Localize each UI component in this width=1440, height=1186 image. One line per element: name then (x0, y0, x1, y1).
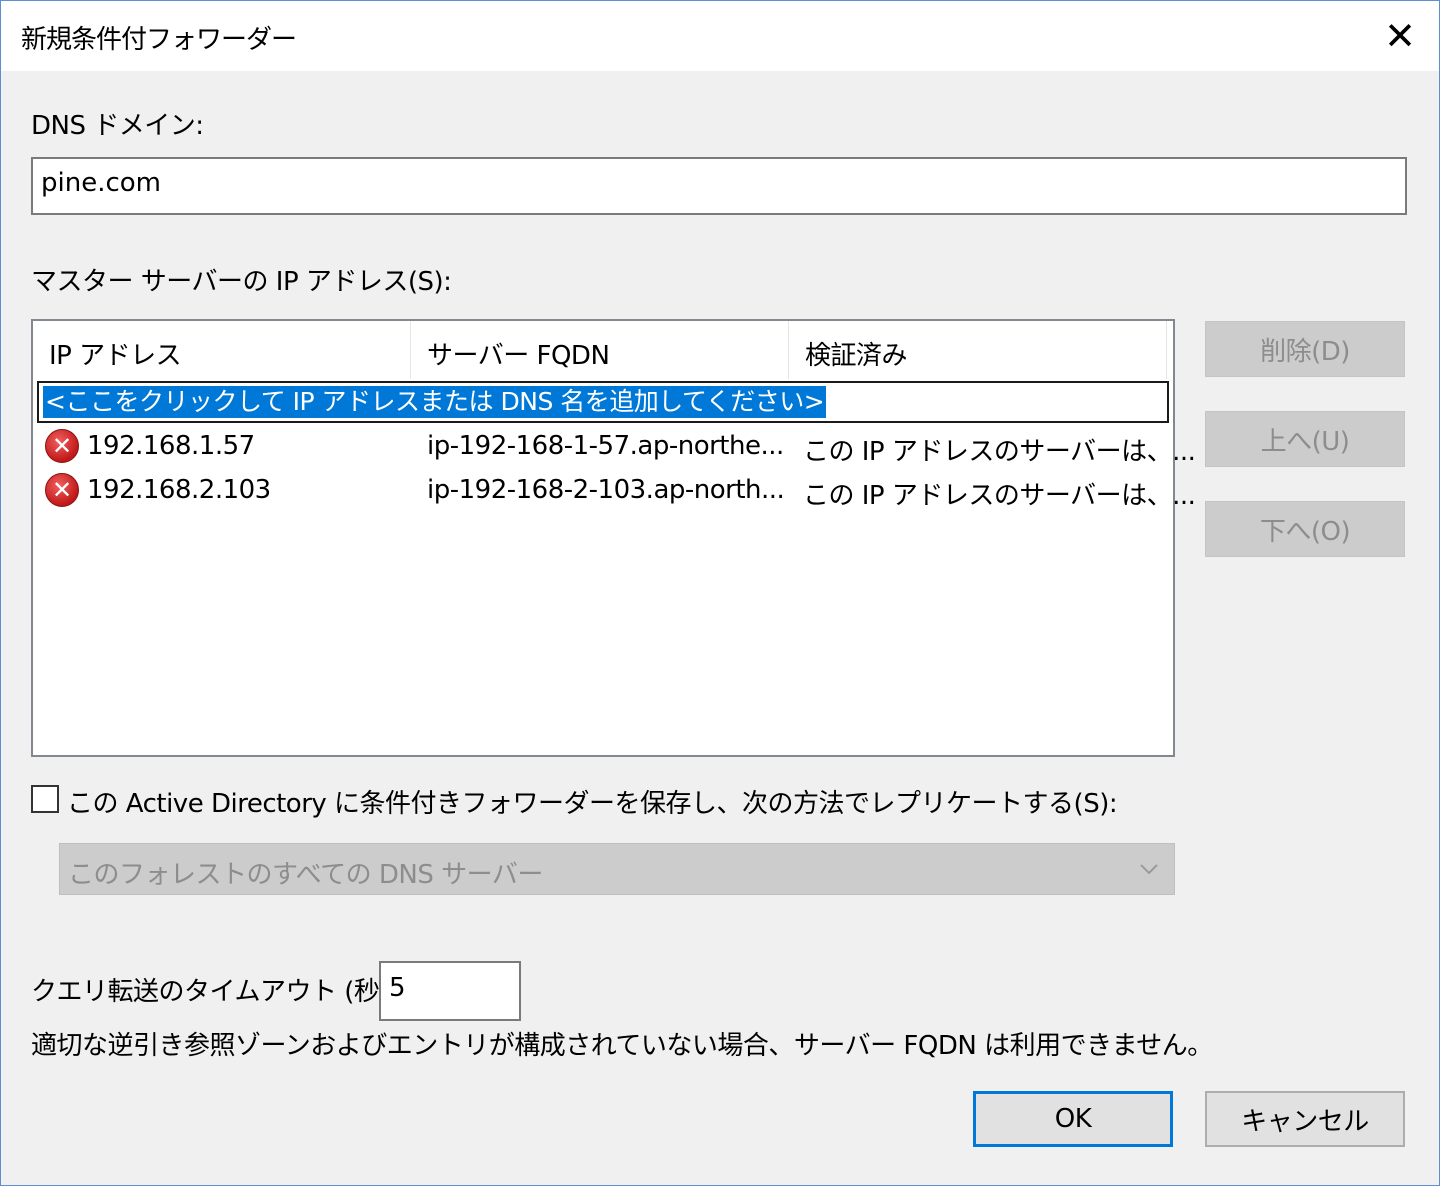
move-up-button[interactable]: 上へ(U) (1205, 411, 1405, 467)
timeout-value: 5 (389, 973, 406, 1003)
cancel-button[interactable]: キャンセル (1205, 1091, 1405, 1147)
row-fqdn: ip-192-168-2-103.ap-north... (427, 475, 785, 505)
replicate-checkbox[interactable] (31, 785, 59, 813)
add-address-placeholder: <ここをクリックして IP アドレスまたは DNS 名を追加してください> (43, 386, 827, 418)
row-status: この IP アドレスのサーバーは、... (803, 481, 1196, 511)
replication-scope-select[interactable]: このフォレストのすべての DNS サーバー (59, 843, 1175, 895)
column-header-fqdn[interactable]: サーバー FQDN (411, 321, 789, 379)
delete-button[interactable]: 削除(D) (1205, 321, 1405, 377)
master-servers-label: マスター サーバーの IP アドレス(S): (31, 267, 452, 297)
error-icon: ✕ (45, 473, 79, 507)
chevron-down-icon (1140, 864, 1158, 875)
timeout-label: クエリ転送のタイムアウト (秒): (31, 977, 398, 1007)
row-status: この IP アドレスのサーバーは、... (803, 437, 1196, 467)
close-button[interactable]: ✕ (1369, 11, 1431, 61)
close-icon: ✕ (1384, 14, 1416, 58)
table-row[interactable]: ✕ 192.168.2.103 ip-192-168-2-103.ap-nort… (33, 469, 1196, 513)
row-ip: 192.168.2.103 (87, 475, 271, 505)
master-servers-list[interactable]: IP アドレス サーバー FQDN 検証済み <ここをクリックして IP アドレ… (31, 319, 1196, 757)
column-header-ip[interactable]: IP アドレス (33, 321, 411, 379)
timeout-input[interactable]: 5 (379, 961, 521, 1021)
dns-domain-input[interactable]: pine.com (31, 157, 1407, 215)
replicate-checkbox-label[interactable]: この Active Directory に条件付きフォワーダーを保存し、次の方法… (67, 783, 1118, 820)
dns-domain-value: pine.com (41, 168, 161, 198)
add-address-row[interactable]: <ここをクリックして IP アドレスまたは DNS 名を追加してください> (37, 381, 1169, 423)
replication-scope-value: このフォレストのすべての DNS サーバー (68, 860, 543, 890)
title-bar: 新規条件付フォワーダー ✕ (1, 1, 1439, 71)
table-row[interactable]: ✕ 192.168.1.57 ip-192-168-1-57.ap-northe… (33, 425, 1196, 469)
row-ip: 192.168.1.57 (87, 431, 255, 461)
dialog-window: 新規条件付フォワーダー ✕ DNS ドメイン: pine.com マスター サー… (0, 0, 1440, 1186)
window-title: 新規条件付フォワーダー (21, 25, 297, 55)
ok-button[interactable]: OK (973, 1091, 1173, 1147)
move-down-button[interactable]: 下へ(O) (1205, 501, 1405, 557)
error-icon: ✕ (45, 429, 79, 463)
row-fqdn: ip-192-168-1-57.ap-northe... (427, 431, 784, 461)
dns-domain-label: DNS ドメイン: (31, 111, 204, 141)
column-header-verified[interactable]: 検証済み (789, 321, 1167, 379)
fqdn-note: 適切な逆引き参照ゾーンおよびエントリが構成されていない場合、サーバー FQDN … (31, 1031, 1213, 1061)
